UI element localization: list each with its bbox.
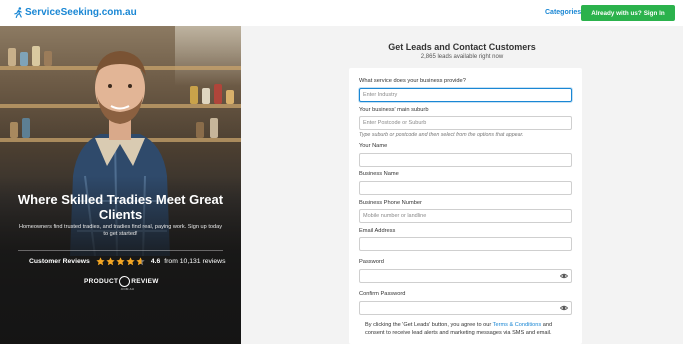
consent-prefix: By clicking the 'Get Leads' button, you … bbox=[365, 322, 492, 328]
top-header: ServiceSeeking.com.au Categories Already… bbox=[0, 0, 683, 26]
star-icon bbox=[116, 257, 125, 266]
rating-value: 4.6 bbox=[150, 258, 161, 265]
terms-link[interactable]: Terms & Conditions bbox=[493, 322, 542, 328]
name-input[interactable] bbox=[359, 153, 572, 167]
show-confirm-password-eye-icon[interactable] bbox=[560, 304, 568, 312]
sign-in-label: Sign In bbox=[643, 9, 665, 17]
sign-in-prefix: Already with us? bbox=[591, 9, 642, 17]
shelf-item bbox=[202, 88, 210, 104]
confirm-password-field-wrap bbox=[359, 301, 572, 315]
productreview-circle-icon bbox=[119, 276, 131, 287]
shelf-item bbox=[8, 48, 16, 66]
hero-subtitle: Homeowners find trusted tradies, and tra… bbox=[18, 224, 223, 237]
reviews-label: Customer Reviews bbox=[29, 258, 90, 265]
hero-title: Where Skilled Tradies Meet Great Clients bbox=[17, 192, 224, 222]
service-label: What service does your business provide? bbox=[359, 78, 466, 84]
confirm-password-label: Confirm Password bbox=[359, 291, 406, 297]
sign-in-button[interactable]: Already with us? Sign In bbox=[581, 5, 675, 21]
shelf-item bbox=[32, 46, 40, 66]
leads-available: 2,865 leads available right now bbox=[420, 54, 504, 60]
star-icon bbox=[96, 257, 105, 266]
rating-stars bbox=[96, 257, 145, 266]
business-name-label: Business Name bbox=[359, 171, 399, 177]
hero-panel: Where Skilled Tradies Meet Great Clients… bbox=[0, 26, 241, 344]
categories-link[interactable]: Categories bbox=[545, 9, 581, 16]
email-input[interactable] bbox=[359, 237, 572, 251]
consent-text: By clicking the 'Get Leads' button, you … bbox=[365, 321, 570, 337]
show-password-eye-icon[interactable] bbox=[560, 272, 568, 280]
shelf-item bbox=[190, 86, 198, 104]
shelf-item bbox=[22, 118, 30, 138]
business-name-input[interactable] bbox=[359, 181, 572, 195]
password-field-wrap bbox=[359, 269, 572, 283]
shelf-item bbox=[196, 122, 204, 138]
industry-input[interactable] bbox=[359, 88, 572, 102]
suburb-label: Your business' main suburb bbox=[359, 107, 429, 113]
star-icon bbox=[106, 257, 115, 266]
runner-icon bbox=[14, 7, 22, 18]
shelf-item bbox=[210, 118, 218, 138]
site-logo[interactable]: ServiceSeeking.com.au bbox=[14, 7, 137, 18]
email-label: Email Address bbox=[359, 228, 396, 234]
hero-divider bbox=[18, 250, 223, 251]
form-title: Get Leads and Contact Customers bbox=[388, 42, 536, 52]
signup-form: What service does your business provide?… bbox=[349, 68, 582, 344]
password-label: Password bbox=[359, 259, 384, 265]
phone-label: Business Phone Number bbox=[359, 200, 422, 206]
shelf-item bbox=[10, 122, 18, 138]
customer-reviews-row: Customer Reviews 4.6 from 10,131 reviews bbox=[29, 257, 225, 266]
shelf-item bbox=[214, 84, 222, 104]
productreview-logo-left: PRODUCT bbox=[84, 278, 119, 285]
star-icon bbox=[126, 257, 135, 266]
productreview-logo[interactable]: PRODUCT REVIEW bbox=[84, 276, 159, 287]
productreview-logo-right: REVIEW bbox=[131, 278, 159, 285]
suburb-hint: Type suburb or postcode and then select … bbox=[359, 132, 524, 138]
star-icon bbox=[136, 257, 145, 266]
shelf-item bbox=[20, 52, 28, 66]
phone-input[interactable] bbox=[359, 209, 572, 223]
logo-text: ServiceSeeking.com.au bbox=[25, 7, 137, 18]
password-input[interactable] bbox=[359, 269, 572, 283]
suburb-input[interactable] bbox=[359, 116, 572, 130]
confirm-password-input[interactable] bbox=[359, 301, 572, 315]
name-label: Your Name bbox=[359, 143, 388, 149]
productreview-logo-sub: .COM.AU bbox=[120, 287, 135, 291]
shelf-item bbox=[44, 51, 52, 66]
shelf-item bbox=[226, 90, 234, 104]
reviews-count: from 10,131 reviews bbox=[164, 258, 226, 265]
